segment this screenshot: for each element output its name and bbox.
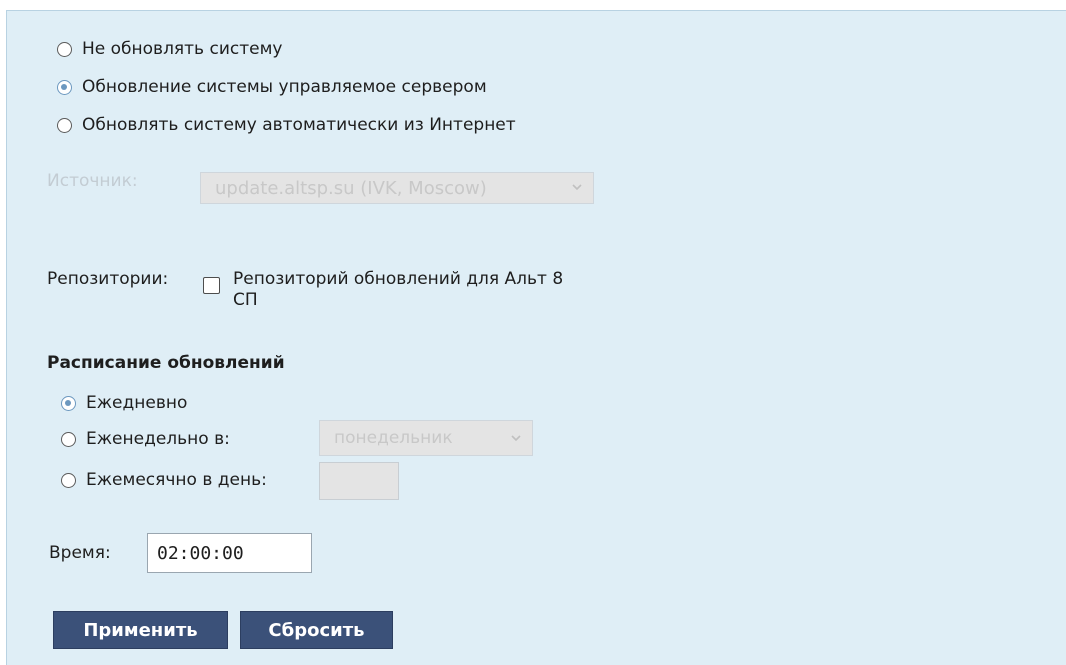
month-day-input[interactable] xyxy=(319,462,399,500)
radio-monthly-label: Ежемесячно в день: xyxy=(86,470,267,490)
chevron-down-icon xyxy=(511,435,521,442)
radio-no-update-control[interactable] xyxy=(57,41,72,57)
radio-weekly[interactable]: Еженедельно в: xyxy=(61,426,230,452)
radio-server-managed-label: Обновление системы управляемое сервером xyxy=(82,77,487,97)
repository-item-label: Репозиторий обновлений для Альт 8 СП xyxy=(233,269,563,311)
radio-auto-internet-label: Обновлять систему автоматически из Интер… xyxy=(82,115,516,135)
radio-weekly-control[interactable] xyxy=(61,431,76,447)
settings-panel: Не обновлять систему Обновление системы … xyxy=(6,10,1066,665)
repository-checkbox[interactable] xyxy=(203,277,220,294)
weekday-select-value: понедельник xyxy=(334,428,453,448)
radio-daily-label: Ежедневно xyxy=(86,393,188,413)
source-select[interactable]: update.altsp.su (IVK, Moscow) xyxy=(200,172,594,204)
radio-daily-control[interactable] xyxy=(61,395,76,411)
source-select-value: update.altsp.su (IVK, Moscow) xyxy=(215,177,487,199)
time-label: Время: xyxy=(49,543,111,563)
repositories-label: Репозитории: xyxy=(47,269,169,289)
radio-server-managed-control[interactable] xyxy=(57,79,72,95)
radio-server-managed[interactable]: Обновление системы управляемое сервером xyxy=(57,74,487,100)
radio-monthly[interactable]: Ежемесячно в день: xyxy=(61,467,267,493)
weekday-select[interactable]: понедельник xyxy=(319,420,533,456)
apply-button[interactable]: Применить xyxy=(53,611,228,649)
radio-monthly-control[interactable] xyxy=(61,472,76,488)
radio-weekly-label: Еженедельно в: xyxy=(86,429,230,449)
repository-item-line1: Репозиторий обновлений для Альт 8 xyxy=(233,269,564,289)
radio-no-update[interactable]: Не обновлять систему xyxy=(57,36,282,62)
chevron-down-icon xyxy=(572,184,582,191)
radio-auto-internet[interactable]: Обновлять систему автоматически из Интер… xyxy=(57,112,516,138)
repository-item-line2: СП xyxy=(233,290,258,310)
reset-button[interactable]: Сбросить xyxy=(240,611,393,649)
schedule-heading: Расписание обновлений xyxy=(47,353,285,373)
radio-daily[interactable]: Ежедневно xyxy=(61,390,187,416)
source-label: Источник: xyxy=(47,171,138,191)
radio-auto-internet-control[interactable] xyxy=(57,117,72,133)
radio-no-update-label: Не обновлять систему xyxy=(82,39,283,59)
time-input[interactable]: 02:00:00 xyxy=(147,533,312,573)
